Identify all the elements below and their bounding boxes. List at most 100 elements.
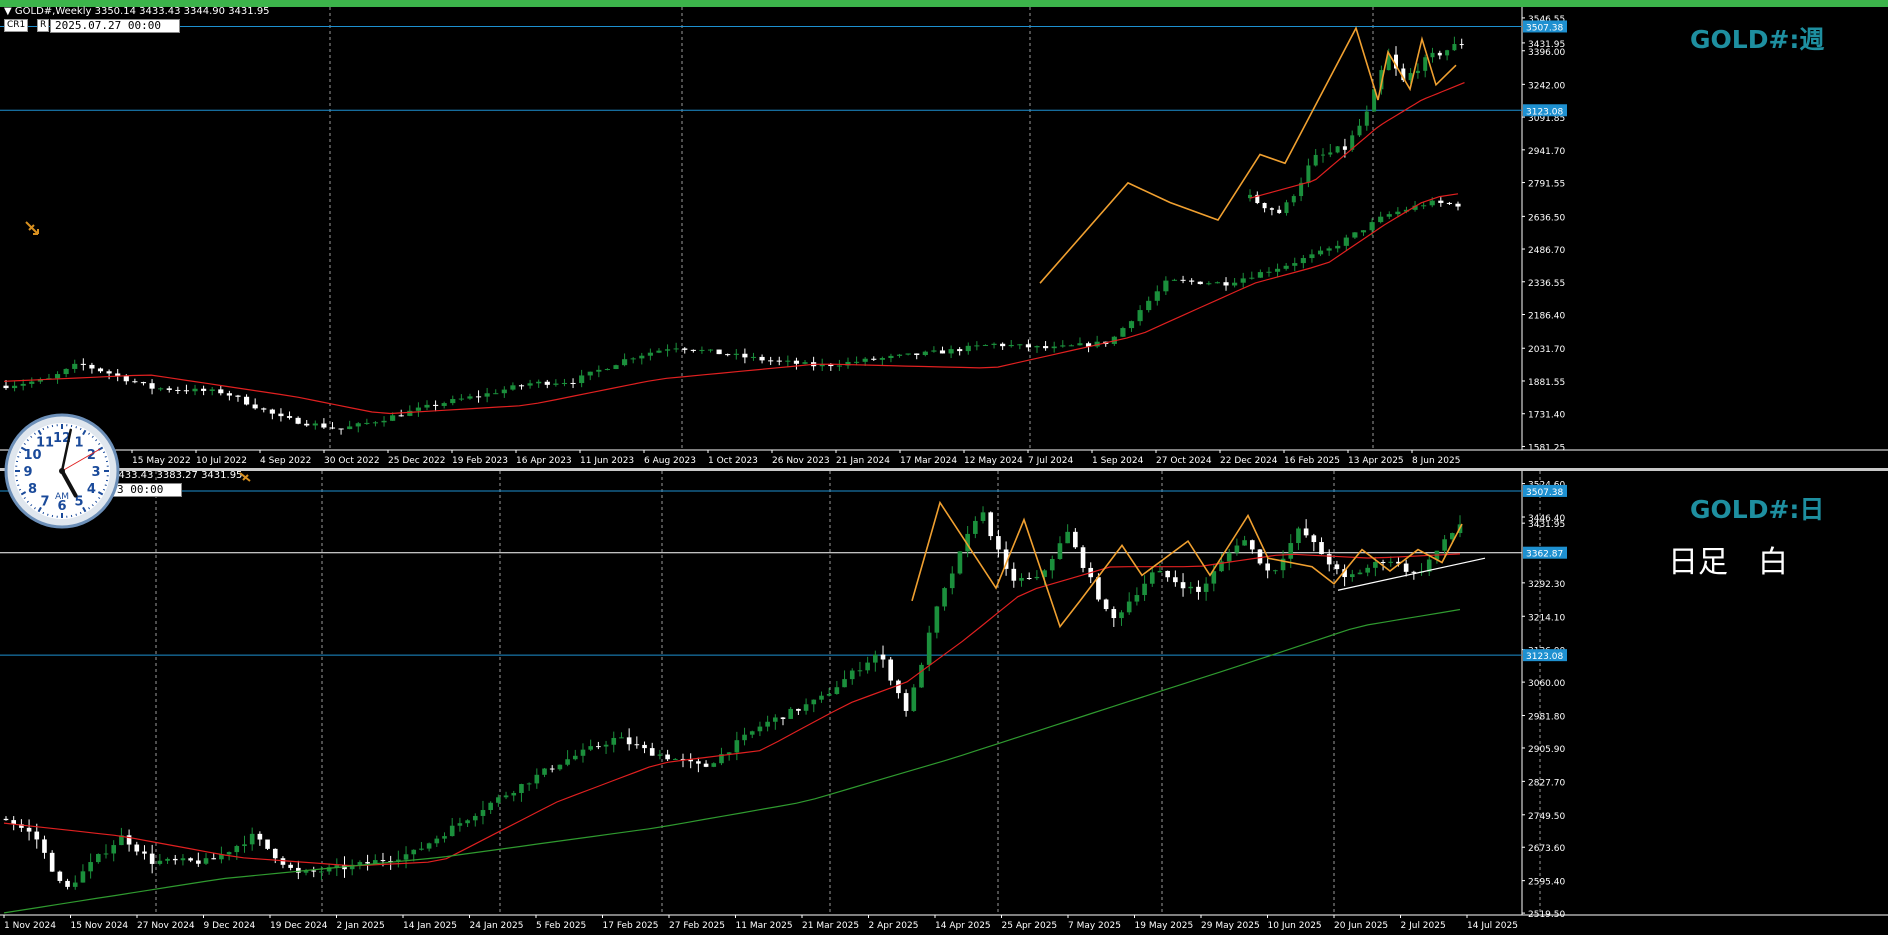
candle-bull [20, 383, 26, 386]
candle-bull [1357, 125, 1362, 136]
candle-bull [434, 838, 440, 844]
date-label: 27 Nov 2024 [137, 921, 195, 931]
candle-bear [1026, 578, 1032, 580]
candle-bull [496, 797, 501, 803]
collapse-triangle-icon[interactable]: ▼ [4, 6, 15, 17]
candle-bear [642, 744, 647, 749]
candle-bear [3, 385, 9, 389]
candle-bear [939, 350, 946, 354]
price-label: 3242.00 [1528, 81, 1565, 91]
candle-bear [175, 389, 181, 391]
candle-bear [80, 363, 86, 365]
candle-bear [570, 382, 576, 384]
candle-bull [472, 815, 478, 821]
weekly-header-text: GOLD#,Weekly 3350.14 3433.43 3344.90 343… [14, 6, 270, 17]
candle-bull [80, 871, 86, 883]
candle-bull [773, 717, 778, 722]
candle-bull [957, 551, 963, 574]
candle-bull [203, 858, 209, 864]
signal-arrow-icon[interactable] [238, 471, 256, 485]
candle-bull [865, 662, 870, 671]
candle-bull [639, 355, 645, 359]
candle-bear [1334, 564, 1340, 570]
candle-bull [1378, 216, 1384, 223]
candle-bull [1068, 345, 1074, 347]
candle-bull [501, 389, 507, 394]
candle-bear [235, 395, 241, 397]
zigzag-line [911, 500, 1463, 629]
date-label: 21 Mar 2025 [802, 921, 859, 931]
candle-bull [596, 369, 602, 372]
candle-bull [942, 588, 947, 607]
candle-bull [1120, 328, 1126, 337]
candle-bull [1313, 154, 1318, 166]
candle-bull [1328, 152, 1333, 155]
date-label: 8 Jun 2025 [1412, 456, 1460, 466]
ma-red-line [1249, 82, 1465, 199]
candle-bull [1242, 540, 1247, 546]
candle-bull [1249, 277, 1255, 279]
cr-tag[interactable]: CR1 [4, 19, 29, 32]
candle-bear [338, 428, 344, 430]
price-tag: 3507.38 [1526, 23, 1563, 33]
candle-bear [257, 833, 263, 840]
candle-bull [1232, 282, 1238, 286]
candle-bull [1326, 248, 1332, 251]
candle-bear [243, 396, 250, 405]
candle-bull [1154, 291, 1160, 301]
candle-bull [29, 381, 35, 384]
candle-bear [188, 858, 193, 861]
candle-bull [242, 844, 247, 847]
date-label: 4 Sep 2022 [260, 456, 311, 466]
price-label: 2673.60 [1528, 844, 1565, 854]
price-label: 1731.40 [1528, 411, 1565, 421]
candle-bear [759, 356, 765, 361]
candle-bull [1296, 528, 1301, 544]
candle-bear [1196, 586, 1201, 592]
date-label: 30 Oct 2022 [324, 456, 380, 466]
candle-bear [166, 388, 172, 390]
date-label: 14 Jul 2025 [1467, 921, 1518, 931]
daily-chart-panel[interactable]: 3524.603446.403431.953292.303214.103136.… [0, 470, 1888, 935]
candle-bull [536, 381, 542, 384]
weekly-chart[interactable]: 3546.553431.953396.003242.003091.852941.… [0, 7, 1888, 468]
date-label: 17 Mar 2024 [900, 456, 957, 466]
candle-bull [1203, 583, 1209, 592]
candle-bull [407, 410, 413, 416]
candle-bull [1134, 595, 1140, 602]
candle-bull [519, 784, 524, 793]
candle-bear [272, 848, 278, 859]
candle-bull [1142, 583, 1147, 596]
price-label: 1881.55 [1528, 378, 1565, 388]
candle-bull [180, 858, 186, 861]
candle-bear [1043, 346, 1049, 349]
signal-arrow-icon[interactable] [24, 220, 42, 238]
r-tag[interactable]: R [37, 19, 50, 32]
candle-bull [1283, 265, 1289, 269]
candle-bull [1300, 258, 1306, 264]
date-label: 27 Oct 2024 [1156, 456, 1212, 466]
candle-bull [980, 512, 986, 521]
date-label: 9 Dec 2024 [204, 921, 256, 931]
weekly-chart-panel[interactable]: 3546.55 3431.95 3396.00 3242.00 3091.85 2941.… [0, 6, 1888, 468]
candle-bull [672, 758, 678, 760]
candle-bull [905, 353, 911, 355]
candle-bull [619, 737, 624, 739]
candle-bear [123, 375, 129, 382]
candle-bear [1265, 563, 1270, 571]
candle-bull [965, 345, 971, 352]
candle-bear [261, 408, 267, 410]
candle-bull [630, 358, 636, 360]
candle-bull [1445, 50, 1450, 56]
candle-bear [288, 864, 293, 868]
candle-bear [49, 852, 55, 872]
candle-bear [26, 827, 32, 832]
candle-bull [72, 882, 78, 887]
price-label: 2905.90 [1528, 745, 1565, 755]
daily-chart[interactable]: 3524.603446.403431.953292.303214.103136.… [0, 471, 1888, 935]
candle-bull [1017, 344, 1023, 346]
candle-bear [716, 349, 722, 355]
clock-widget[interactable]: 12 1234567891011 AM [4, 413, 120, 529]
price-label: 2749.50 [1528, 812, 1565, 822]
candle-bear [793, 360, 800, 364]
